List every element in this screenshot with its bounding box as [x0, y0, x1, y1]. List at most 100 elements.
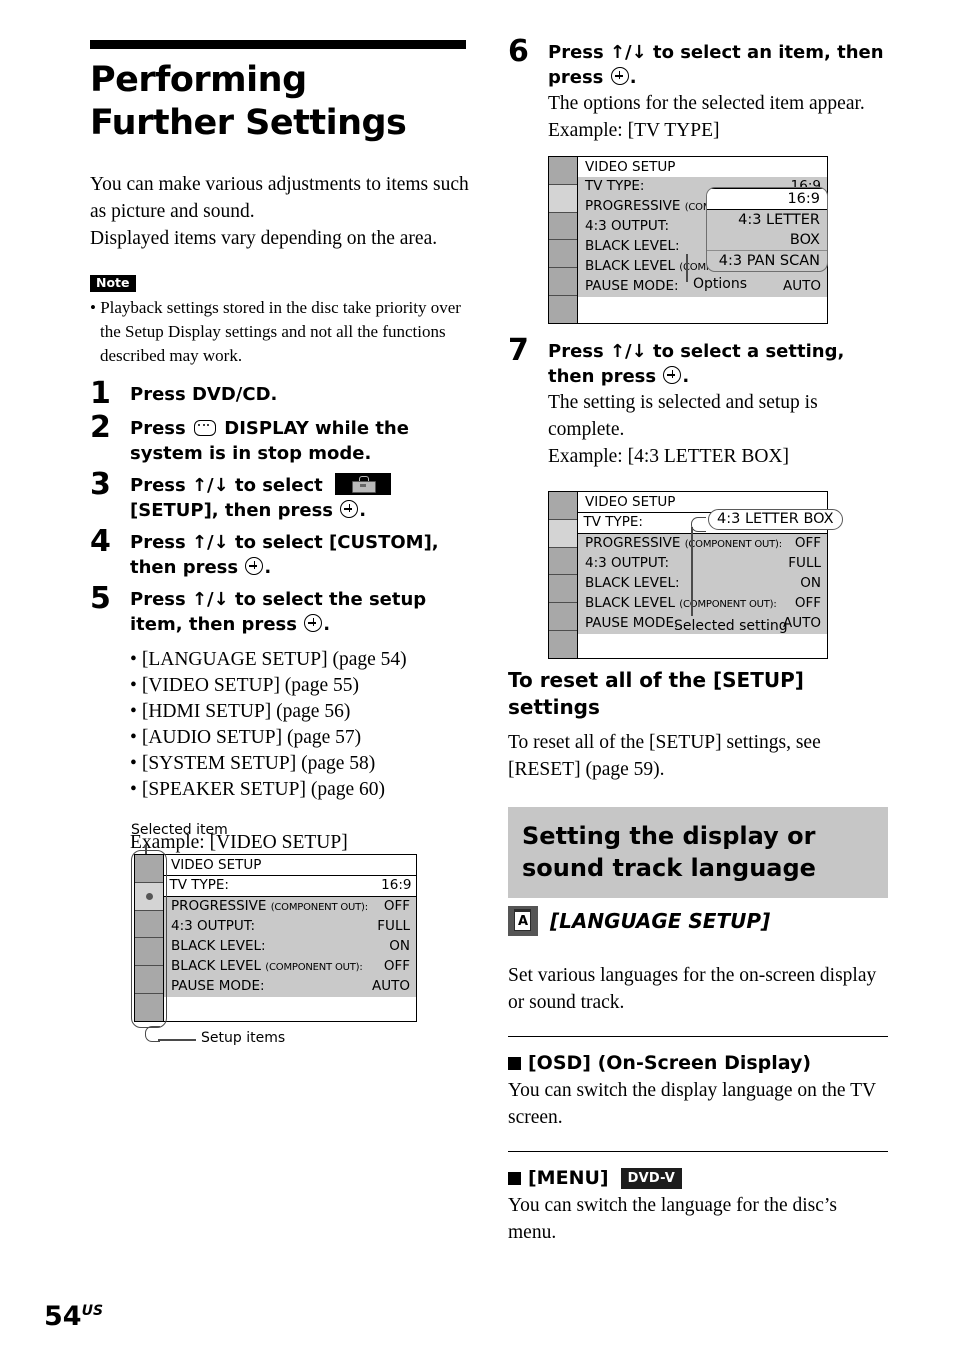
step-6-body-2: Example: [TV TYPE] [548, 120, 720, 141]
step-3-text: Press ↑/↓ to select [SETUP], then press … [130, 473, 470, 523]
osd-row: BLACK LEVEL: ON [164, 937, 416, 957]
category-row: A [LANGUAGE SETUP] [508, 906, 888, 936]
setup-list-item: [SPEAKER SETUP] (page 60) [130, 777, 470, 803]
sidebar-cell [549, 296, 577, 323]
language-intro: Set various languages for the on-screen … [508, 965, 877, 1013]
brace [691, 517, 706, 532]
sidebar-cell [135, 938, 163, 967]
sidebar-cell [549, 631, 577, 658]
step-7: 7 Press ↑/↓ to select a setting, then pr… [508, 333, 888, 470]
osd-row: 4:3 OUTPUT: FULL [164, 917, 416, 937]
bullet-square-icon [508, 1056, 521, 1070]
step-1: 1 Press DVD/CD. [90, 379, 470, 409]
sidebar-cell [549, 548, 577, 576]
reset-heading: To reset all of the [SETUP] settings [508, 668, 804, 719]
setup-list-item: [LANGUAGE SETUP] (page 54) [130, 647, 470, 673]
step-1-text: Press DVD/CD. [130, 384, 278, 405]
osd-row-label: PAUSE MODE: [585, 278, 679, 294]
osd-diagram-1: Selected item VIDEO SETUP TV TYPE: 16:9 [131, 822, 431, 1057]
osd-row: BLACK LEVEL: ON [578, 574, 827, 594]
language-book-icon: A [508, 906, 538, 936]
step-5: 5 Press ↑/↓ to select the setup item, th… [90, 581, 470, 637]
step-7-number: 7 [508, 333, 529, 368]
section-band-title: Setting the display or sound track langu… [522, 822, 816, 882]
step-3: 3 Press ↑/↓ to select [SETUP], then pres… [90, 467, 470, 523]
setup-list-item: [VIDEO SETUP] (page 55) [130, 673, 470, 699]
osd-row: BLACK LEVEL (COMPONENT OUT): OFF [578, 594, 827, 614]
osd-row-label: PROGRESSIVE (COMPONENT OUT): [171, 898, 368, 914]
leader-line [691, 527, 693, 616]
osd-row-value: AUTO [783, 278, 821, 294]
item-heading-menu-text: [MENU] [528, 1167, 609, 1189]
osd-screen: VIDEO SETUP TV TYPE: 16:9 PROGRESSIVE (C… [134, 854, 417, 1022]
intro-line-1: You can make various adjustments to item… [90, 174, 469, 222]
osd-row-label: PROGRESSIVE (COMPO [585, 198, 725, 214]
step-3-text-after: . [359, 500, 367, 521]
leader-line [686, 254, 688, 282]
osd-main: VIDEO SETUP TV TYPE: 16:9 PROGRESSIVE (C… [164, 855, 416, 1021]
sidebar-cell-selected [135, 882, 163, 911]
osd-row-label: 4:3 OUTPUT: [585, 218, 670, 234]
osd-row-label: BLACK LEVEL: [585, 238, 680, 254]
step-6-text-after: . [629, 67, 637, 88]
step-5-number: 5 [90, 581, 111, 616]
option-item[interactable]: 4:3 PAN SCAN [707, 251, 827, 271]
step-2-text-before: Press [130, 418, 186, 439]
bullet-square-icon [508, 1171, 521, 1185]
osd-row-list: TV TYPE: 16:9 PROGRESSIVE (COMPONENT OUT… [164, 875, 416, 997]
step-6-number: 6 [508, 34, 529, 69]
sidebar-cell [135, 911, 163, 939]
step-7-text: Press ↑/↓ to select a setting, then pres… [548, 339, 888, 470]
enter-key-icon [245, 557, 264, 575]
osd-row-label: BLACK LEVEL (COMPONENT OUT): [585, 595, 777, 611]
step-3-number: 3 [90, 467, 111, 502]
osd-diagram-3: VIDEO SETUP TV TYPE: PROGRESSIVE (COMPON… [548, 491, 843, 663]
osd-row-value: OFF [383, 958, 410, 974]
display-icon [194, 420, 216, 436]
step-4-text: Press ↑/↓ to select [CUSTOM], then press… [130, 530, 470, 580]
osd-row-value: FULL [788, 555, 821, 571]
osd-row-label: TV TYPE: [583, 514, 643, 530]
step-6-body-1: The options for the selected item appear… [548, 93, 865, 114]
sidebar-cell [549, 240, 577, 269]
callout-selected-setting: Selected setting [674, 618, 788, 634]
step-5-text-after: . [323, 614, 331, 635]
sidebar-cell [549, 492, 577, 520]
osd-title: VIDEO SETUP [164, 855, 416, 875]
osd-row-label: TV TYPE: [585, 178, 645, 194]
title-rule [90, 40, 466, 49]
intro-line-2: Displayed items vary depending on the ar… [90, 228, 438, 249]
sidebar-cell-selected [549, 184, 577, 213]
left-column: Performing Further Settings You can make… [90, 40, 470, 856]
osd-row-label: BLACK LEVEL: [585, 575, 680, 591]
osd-row-value: ON [389, 938, 410, 954]
osd-row-label: PROGRESSIVE (COMPONENT OUT): [585, 535, 782, 551]
osd-sidebar [135, 855, 164, 1021]
sidebar-cell [549, 268, 577, 297]
osd-row: 4:3 OUTPUT: FULL [578, 554, 827, 574]
step-7-text-before: Press ↑/↓ to select a setting, then pres… [548, 341, 845, 387]
option-item[interactable]: 16:9 [707, 188, 827, 210]
setup-list-item: [HDMI SETUP] (page 56) [130, 699, 470, 725]
step-6-text: Press ↑/↓ to select an item, then press … [548, 40, 888, 144]
item-body-menu: You can switch the language for the disc… [508, 1195, 837, 1243]
osd-row-label: PAUSE MODE: [585, 615, 679, 631]
callout-selected-item: Selected item [131, 822, 228, 838]
callout-setup-items: Setup items [201, 1030, 286, 1046]
osd-row: PAUSE MODE: AUTO [164, 977, 416, 997]
setup-list-item: [SYSTEM SETUP] (page 58) [130, 751, 470, 777]
step-5-text: Press ↑/↓ to select the setup item, then… [130, 587, 470, 637]
step-7-body-1: The setting is selected and setup is com… [548, 392, 818, 440]
callout-options: Options [693, 276, 748, 292]
sidebar-cell [549, 157, 577, 185]
osd-sidebar [549, 492, 578, 658]
options-popup[interactable]: 16:9 4:3 LETTER BOX 4:3 PAN SCAN [706, 187, 828, 272]
divider [508, 1036, 888, 1037]
item-heading-osd: [OSD] (On-Screen Display) [508, 1051, 888, 1075]
sidebar-cell [135, 855, 163, 883]
option-item[interactable]: 4:3 LETTER BOX [707, 210, 827, 251]
step-7-text-after: . [682, 366, 690, 387]
step-7-body-2: Example: [4:3 LETTER BOX] [548, 446, 789, 467]
selected-setting-pill: 4:3 LETTER BOX [708, 509, 843, 530]
item-body-osd: You can switch the display language on t… [508, 1080, 876, 1128]
